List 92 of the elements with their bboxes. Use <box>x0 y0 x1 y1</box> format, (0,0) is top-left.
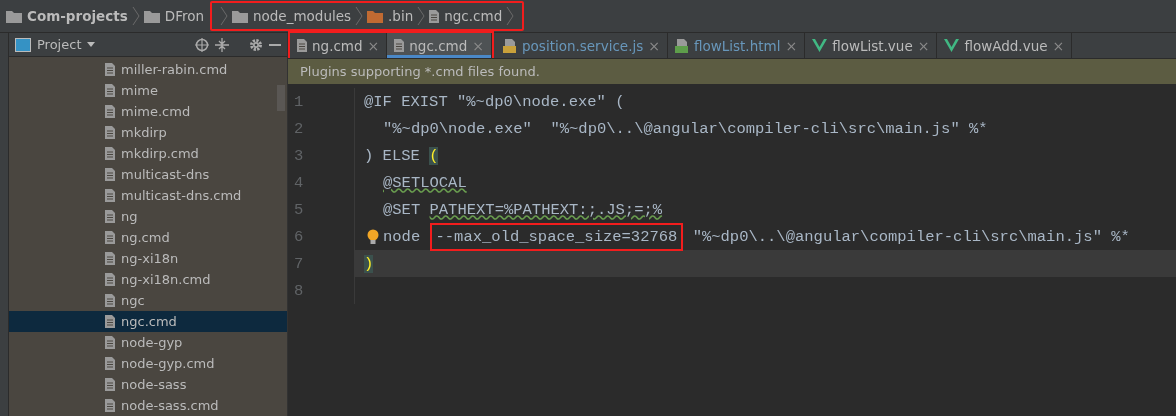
code-text: --max_old_space_size=32768 <box>429 222 684 251</box>
close-icon[interactable]: × <box>1052 37 1065 54</box>
tree-item[interactable]: node-sass <box>9 374 287 395</box>
breadcrumb-item[interactable]: Com-projects <box>6 8 128 24</box>
editor-tab[interactable]: position.service.js × <box>496 33 668 58</box>
tree-item[interactable]: mime.cmd <box>9 101 287 122</box>
script-file-icon <box>503 38 517 53</box>
file-icon <box>105 210 115 223</box>
window-icon <box>15 37 31 52</box>
file-icon <box>105 231 115 244</box>
tree-item[interactable]: multicast-dns.cmd <box>9 185 287 206</box>
code-text: ) ELSE <box>364 146 421 165</box>
tree-item[interactable]: ngc.cmd <box>9 311 287 332</box>
file-icon <box>105 273 115 286</box>
folder-icon <box>232 9 248 23</box>
file-icon <box>105 399 115 412</box>
line-number: 5 <box>293 200 305 219</box>
folder-icon <box>143 9 160 23</box>
folder-icon <box>6 9 22 23</box>
chevron-icon <box>220 6 228 26</box>
caret-icon[interactable] <box>87 42 96 47</box>
file-icon <box>105 105 115 118</box>
line-number: 7 <box>293 254 305 273</box>
tree-item[interactable]: mkdirp <box>9 122 287 143</box>
file-icon <box>105 189 115 202</box>
panel-title[interactable]: Project <box>37 37 82 52</box>
line-number: 3 <box>293 146 305 165</box>
file-icon <box>105 294 115 307</box>
file-icon <box>394 39 405 52</box>
file-icon <box>105 336 115 349</box>
plugin-notification: Plugins supporting *.cmd files found. <box>288 59 1176 84</box>
tree-item[interactable]: miller-rabin.cmd <box>9 59 287 80</box>
editor-tab[interactable]: flowAdd.vue × <box>937 33 1073 58</box>
tree-item[interactable]: ng-xi18n.cmd <box>9 269 287 290</box>
breadcrumb-item[interactable]: ngc.cmd <box>429 8 503 24</box>
tree-item[interactable]: node-sass.cmd <box>9 395 287 416</box>
html-file-icon <box>674 38 689 53</box>
tree-item[interactable]: multicast-dns <box>9 164 287 185</box>
breadcrumb-item[interactable]: DFron <box>143 8 204 24</box>
tree-item[interactable]: ng.cmd <box>9 227 287 248</box>
line-number: 1 <box>293 92 305 111</box>
chevron-icon <box>417 6 426 26</box>
file-icon <box>105 168 115 181</box>
editor-tab[interactable]: flowList.html × <box>667 33 806 58</box>
file-icon <box>105 84 115 97</box>
file-icon <box>105 378 115 391</box>
code-text: @SETLOCAL <box>383 173 467 192</box>
tree-item[interactable]: ngc <box>9 290 287 311</box>
settings-icon[interactable] <box>249 37 263 52</box>
close-icon[interactable]: × <box>785 37 798 54</box>
target-icon[interactable] <box>195 37 209 52</box>
tree-item[interactable]: node-gyp <box>9 332 287 353</box>
editor-tab[interactable]: ngc.cmd × <box>387 33 492 58</box>
tree-item[interactable]: mkdirp.cmd <box>9 143 287 164</box>
breadcrumb-item[interactable]: node_modules <box>232 8 352 24</box>
close-icon[interactable]: × <box>648 37 660 54</box>
chevron-icon <box>355 6 364 26</box>
collapse-icon[interactable] <box>215 37 229 52</box>
tree-item[interactable]: mime <box>9 80 287 101</box>
code-text: PATHEXT=%PATHEXT:;.JS;=;% <box>429 200 663 219</box>
file-icon <box>105 357 115 370</box>
lightbulb-icon[interactable] <box>367 229 379 245</box>
code-text: node <box>383 227 422 246</box>
tree-item[interactable]: node-gyp.cmd <box>9 353 287 374</box>
line-number: 8 <box>293 281 305 300</box>
chevron-icon <box>506 6 515 26</box>
editor-tab[interactable]: flowList.vue × <box>805 33 938 58</box>
code-text: ( <box>429 146 439 165</box>
code-text: @SET <box>383 200 422 219</box>
chevron-icon <box>131 6 140 26</box>
file-icon <box>105 147 115 160</box>
tree-item[interactable]: ng-xi18n <box>9 248 287 269</box>
file-icon <box>105 126 115 139</box>
folder-icon <box>367 9 384 23</box>
file-icon <box>429 9 440 23</box>
close-icon[interactable]: × <box>917 37 930 54</box>
code-text: "%~dp0\..\@angular\compiler-cli\src\main.js" %* <box>691 227 1130 246</box>
file-icon <box>297 39 307 52</box>
vue-icon <box>944 39 960 52</box>
tree-item[interactable]: ng <box>9 206 287 227</box>
file-icon <box>105 315 115 328</box>
code-text: "%~dp0\node.exe" "%~dp0\..\@angular\compiler-cli\src\main.js" %* <box>383 119 988 138</box>
code-text: ) <box>364 254 374 273</box>
vue-icon <box>812 39 828 52</box>
line-number: 6 <box>293 227 305 246</box>
file-icon <box>105 252 115 265</box>
code-text: @IF EXIST "%~dp0\node.exe" ( <box>364 92 625 111</box>
line-number: 4 <box>293 173 305 192</box>
file-icon <box>105 63 115 76</box>
breadcrumb-item[interactable]: .bin <box>367 8 414 24</box>
line-number: 2 <box>293 119 305 138</box>
close-icon[interactable]: × <box>367 37 380 54</box>
